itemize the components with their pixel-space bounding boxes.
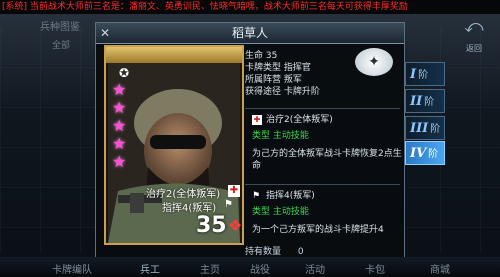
skill-description: 为一个己方叛军的战斗卡牌提升4 (252, 225, 384, 235)
card-skill-1: 治疗2(全体叛军) (146, 189, 221, 200)
divider (245, 108, 400, 109)
tier-label: 阶 (418, 70, 429, 81)
tier-label: 阶 (428, 149, 439, 160)
tier-2-button[interactable]: II 阶 (405, 89, 445, 113)
background-tab[interactable]: 兵种图鉴 (40, 18, 80, 33)
star-icon: ★ (112, 134, 127, 153)
divider (245, 184, 400, 185)
skill-entry: ✚ 治疗2(全体叛军) 类型 主动技能 为己方的全体叛军战斗卡牌恢复2点生命 (252, 114, 402, 172)
owned-count-label: 持有数量 (245, 247, 282, 257)
blood-drop-icon: ❖ (228, 216, 243, 235)
skill-entry: ⚑ 指挥4(叛军) 类型 主动技能 为一个己方叛军的战斗卡牌提升4 (252, 190, 402, 236)
heal-cross-icon: ✚ (252, 114, 262, 125)
close-icon[interactable]: ✕ (98, 26, 112, 40)
modal-title: 稻草人 (96, 23, 404, 44)
background-filter[interactable]: 全部 (52, 38, 70, 51)
unit-card: ✪ ★ ★ ★ ★ ★ 治疗2(全体叛军) ✚ 指挥4(叛军) ⚑ 35 ❖ (104, 45, 244, 245)
nav-home[interactable]: 主页 (200, 261, 220, 276)
emblem-icon: ✦ (355, 48, 393, 76)
back-button[interactable]: ⤺ 返回 (454, 16, 494, 54)
nav-events[interactable]: 活动 (305, 261, 325, 276)
nav-card-pack[interactable]: 卡包 (365, 261, 385, 276)
skill-name: 指挥4(叛军) (266, 191, 315, 201)
system-ticker: [系统] 当前战术大师前三名是：潘丽文、英勇训民、怯晓气暗嘿，战术大师前三名每天… (0, 0, 500, 14)
nav-card-formation[interactable]: 卡牌编队 (52, 261, 92, 276)
skill-heading: ⚑ 指挥4(叛军) (252, 190, 402, 202)
rank-icon: ✪ (118, 66, 130, 80)
command-flag-icon: ⚑ (224, 199, 233, 210)
star-icon: ★ (112, 152, 127, 171)
info-source: 获得途径 卡牌升阶 (245, 87, 320, 97)
skill-heading: ✚ 治疗2(全体叛军) (252, 114, 402, 126)
nav-soldiers[interactable]: 兵工 (140, 261, 160, 276)
skill-type: 类型 主动技能 (252, 207, 309, 217)
skill-description: 为己方的全体叛军战斗卡牌恢复2点生命 (252, 149, 402, 171)
bottom-nav: 卡牌编队 兵工 主页 战役 活动 卡包 商城 (0, 257, 500, 277)
tier-roman: IV (410, 146, 427, 161)
tier-label: 阶 (430, 124, 441, 135)
nav-campaign[interactable]: 战役 (250, 261, 270, 276)
skill-type: 类型 主动技能 (252, 131, 309, 141)
owned-count-value: 0 (297, 247, 304, 257)
command-flag-icon: ⚑ (252, 190, 261, 201)
tier-4-button[interactable]: IV 阶 (405, 141, 445, 165)
back-arrow-icon: ⤺ (464, 16, 484, 37)
tier-3-button[interactable]: III 阶 (405, 116, 445, 140)
star-icon: ★ (112, 116, 127, 135)
star-icon: ★ (112, 98, 127, 117)
card-skill-2: 指挥4(叛军) (162, 203, 217, 214)
nav-shop[interactable]: 商城 (430, 261, 450, 276)
card-top-bar (106, 47, 242, 63)
star-icon: ★ (112, 80, 127, 99)
tier-roman: II (410, 94, 423, 109)
card-cost: 35 (196, 213, 227, 238)
skill-name: 治疗2(全体叛军) (266, 115, 333, 125)
heal-cross-icon: ✚ (228, 185, 240, 197)
tier-label: 阶 (424, 97, 435, 108)
star-rating: ★ ★ ★ ★ ★ (112, 81, 132, 171)
tier-roman: I (410, 67, 417, 82)
tier-roman: III (410, 121, 429, 136)
back-label: 返回 (466, 44, 482, 53)
tier-1-button[interactable]: I阶 (405, 62, 445, 86)
